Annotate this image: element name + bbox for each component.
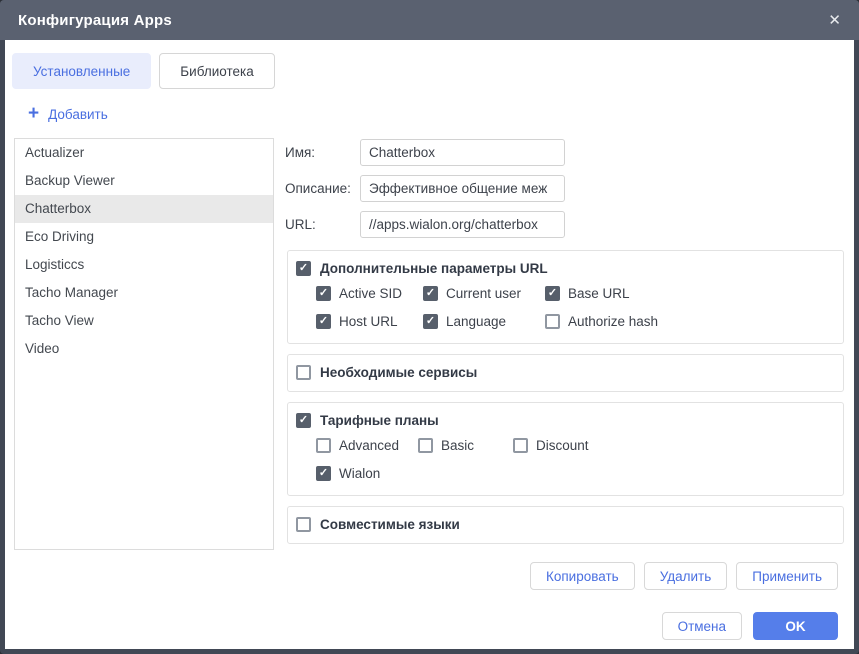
checkbox[interactable] bbox=[316, 466, 331, 481]
description-input[interactable] bbox=[360, 175, 565, 202]
section-options: Active SID Current user Base URL Host URL La… bbox=[316, 279, 833, 335]
option[interactable]: Current user bbox=[423, 286, 545, 301]
копировать-button[interactable]: Копировать bbox=[530, 562, 635, 590]
отмена-button[interactable]: Отмена bbox=[662, 612, 742, 640]
name-input[interactable] bbox=[360, 139, 565, 166]
section-title: Необходимые сервисы bbox=[320, 365, 477, 380]
form-row-name: Имя: bbox=[285, 139, 565, 166]
option-label: Advanced bbox=[339, 438, 399, 453]
name-label: Имя: bbox=[285, 145, 360, 160]
checkbox[interactable] bbox=[418, 438, 433, 453]
tab[interactable]: Библиотека bbox=[159, 53, 274, 89]
apps-config-dialog: Конфигурация Apps ✕ УстановленныеБиблиот… bbox=[0, 0, 859, 654]
checkbox[interactable] bbox=[296, 517, 311, 532]
list-item[interactable]: Chatterbox bbox=[15, 195, 273, 223]
list-item[interactable]: Logisticcs bbox=[15, 251, 273, 279]
option[interactable]: Language bbox=[423, 314, 545, 329]
tab-bar: УстановленныеБиблиотека bbox=[12, 53, 275, 89]
checkbox[interactable] bbox=[513, 438, 528, 453]
section-title: Дополнительные параметры URL bbox=[320, 261, 548, 276]
checkbox[interactable] bbox=[423, 314, 438, 329]
option[interactable]: Wialon bbox=[316, 466, 418, 481]
section: Тарифные планы Advanced Basic Discount Wialo… bbox=[287, 402, 844, 496]
dialog-body: УстановленныеБиблиотека + Добавить Actua… bbox=[5, 40, 854, 649]
add-app-label: Добавить bbox=[48, 107, 108, 122]
section-title: Совместимые языки bbox=[320, 517, 460, 532]
option-label: Authorize hash bbox=[568, 314, 658, 329]
url-label: URL: bbox=[285, 217, 360, 232]
section-options: Advanced Basic Discount Wialon bbox=[316, 431, 833, 487]
sections: Дополнительные параметры URL Active SID Cu… bbox=[287, 250, 844, 554]
section-header[interactable]: Тарифные планы bbox=[296, 410, 833, 431]
option-label: Language bbox=[446, 314, 506, 329]
checkbox[interactable] bbox=[545, 314, 560, 329]
section: Необходимые сервисы bbox=[287, 354, 844, 392]
list-item[interactable]: Actualizer bbox=[15, 139, 273, 167]
option[interactable]: Discount bbox=[513, 438, 833, 453]
section-header[interactable]: Совместимые языки bbox=[296, 514, 833, 535]
form-row-description: Описание: bbox=[285, 175, 565, 202]
option-label: Base URL bbox=[568, 286, 630, 301]
checkbox[interactable] bbox=[316, 286, 331, 301]
list-item[interactable]: Video bbox=[15, 335, 273, 363]
удалить-button[interactable]: Удалить bbox=[644, 562, 728, 590]
list-item[interactable]: Tacho View bbox=[15, 307, 273, 335]
option-label: Basic bbox=[441, 438, 474, 453]
checkbox[interactable] bbox=[296, 413, 311, 428]
list-item[interactable]: Eco Driving bbox=[15, 223, 273, 251]
section-header[interactable]: Необходимые сервисы bbox=[296, 362, 833, 383]
ok-button[interactable]: OK bbox=[753, 612, 838, 640]
checkbox[interactable] bbox=[316, 314, 331, 329]
checkbox[interactable] bbox=[296, 365, 311, 380]
section: Совместимые языки bbox=[287, 506, 844, 544]
option-label: Current user bbox=[446, 286, 521, 301]
option-label: Host URL bbox=[339, 314, 398, 329]
option[interactable]: Advanced bbox=[316, 438, 418, 453]
dialog-title: Конфигурация Apps bbox=[18, 12, 172, 29]
close-icon[interactable]: ✕ bbox=[828, 13, 841, 28]
add-app-button[interactable]: + Добавить bbox=[28, 106, 108, 123]
section-header[interactable]: Дополнительные параметры URL bbox=[296, 258, 833, 279]
dialog-header: Конфигурация Apps ✕ bbox=[0, 0, 859, 40]
description-label: Описание: bbox=[285, 181, 360, 196]
form-row-url: URL: bbox=[285, 211, 565, 238]
option[interactable]: Base URL bbox=[545, 286, 833, 301]
tab[interactable]: Установленные bbox=[12, 53, 151, 89]
option-label: Discount bbox=[536, 438, 589, 453]
option-label: Active SID bbox=[339, 286, 402, 301]
plus-icon: + bbox=[28, 104, 39, 123]
list-item[interactable]: Tacho Manager bbox=[15, 279, 273, 307]
checkbox[interactable] bbox=[296, 261, 311, 276]
option[interactable]: Active SID bbox=[316, 286, 423, 301]
checkbox[interactable] bbox=[423, 286, 438, 301]
section: Дополнительные параметры URL Active SID Cu… bbox=[287, 250, 844, 344]
checkbox[interactable] bbox=[316, 438, 331, 453]
section-title: Тарифные планы bbox=[320, 413, 439, 428]
action-button-row: Копировать Удалить Применить bbox=[530, 562, 838, 590]
option-label: Wialon bbox=[339, 466, 380, 481]
option[interactable]: Basic bbox=[418, 438, 513, 453]
app-form: Имя: Описание: URL: bbox=[285, 139, 565, 247]
url-input[interactable] bbox=[360, 211, 565, 238]
list-item[interactable]: Backup Viewer bbox=[15, 167, 273, 195]
app-list: ActualizerBackup ViewerChatterboxEco Dri… bbox=[14, 138, 274, 550]
применить-button[interactable]: Применить bbox=[736, 562, 838, 590]
footer-button-row: Отмена OK bbox=[662, 612, 838, 640]
option[interactable]: Authorize hash bbox=[545, 314, 833, 329]
option[interactable]: Host URL bbox=[316, 314, 423, 329]
checkbox[interactable] bbox=[545, 286, 560, 301]
